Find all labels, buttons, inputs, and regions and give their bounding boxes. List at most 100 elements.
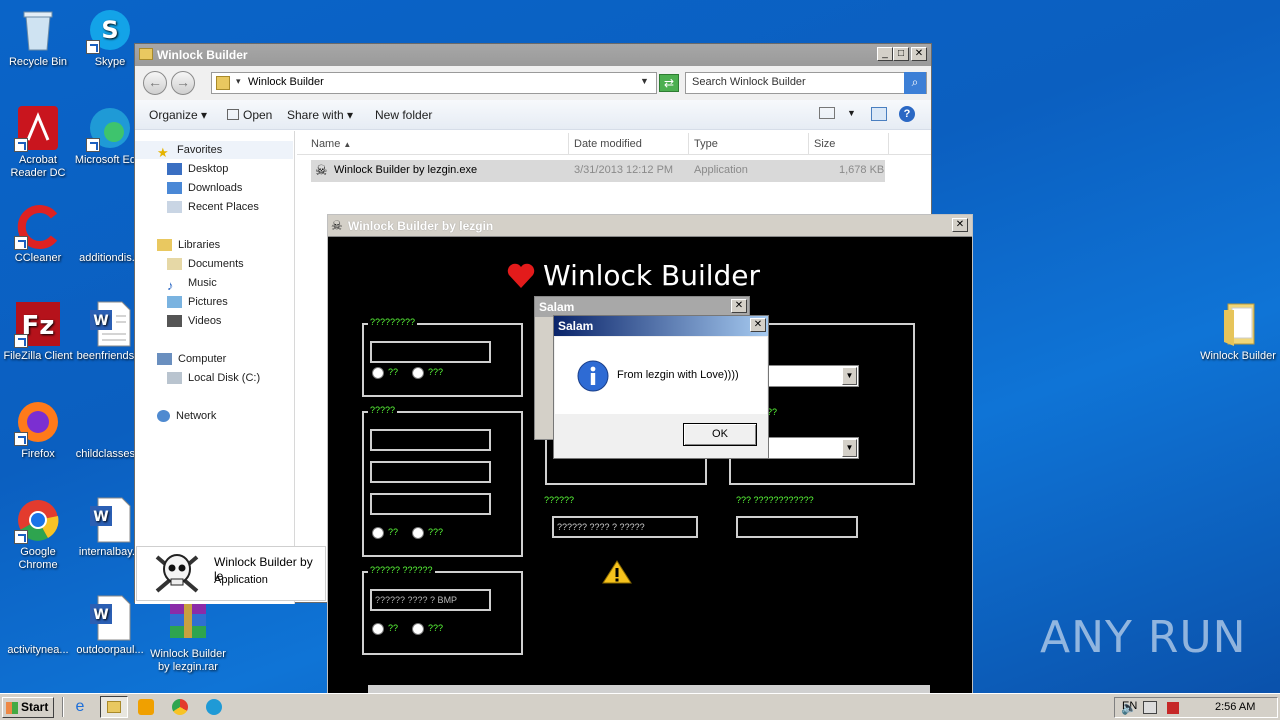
filezilla-desktop-icon[interactable]: Fz FileZilla Client xyxy=(0,300,76,363)
nav-local-disk[interactable]: Local Disk (C:) xyxy=(167,369,260,387)
chrome-taskbar-icon[interactable] xyxy=(172,699,188,715)
svg-text:W: W xyxy=(93,509,108,525)
salam-background-titlebar[interactable]: Salam ✕ xyxy=(535,297,749,317)
address-row: ← → ▾ Winlock Builder ▼ ⇄ Search Winlock… xyxy=(135,66,931,100)
group-3-bmp-field[interactable]: ?????? ???? ? BMP xyxy=(370,589,491,611)
clock[interactable]: 2:56 AM xyxy=(1215,701,1255,713)
taskbar: Start e EN 🔈 2:56 AM xyxy=(0,693,1280,720)
recycle-bin-desktop-icon[interactable]: Recycle Bin xyxy=(0,6,76,69)
bottom-left-field[interactable]: ?????? ???? ? ????? xyxy=(552,516,698,538)
explorer-taskbar-button[interactable] xyxy=(100,696,128,718)
share-with-button[interactable]: Share with ▾ xyxy=(287,108,353,122)
start-button[interactable]: Start xyxy=(2,697,54,718)
chrome-desktop-icon[interactable]: Google Chrome xyxy=(0,496,76,572)
star-icon: ★ xyxy=(157,145,169,161)
volume-icon[interactable]: 🔈 xyxy=(1121,700,1137,716)
group-2-radio-2[interactable] xyxy=(412,527,424,539)
column-size[interactable]: Size xyxy=(809,133,889,155)
address-bar[interactable]: ▾ Winlock Builder ▼ xyxy=(211,72,657,94)
group-2-text-field-1[interactable] xyxy=(370,429,491,451)
desktop-icon xyxy=(167,163,182,176)
acrobat-icon xyxy=(14,104,62,152)
salam-background-close-button[interactable]: ✕ xyxy=(731,299,747,313)
open-button[interactable]: Open xyxy=(227,108,272,122)
word-document-icon: W xyxy=(86,496,134,544)
search-placeholder: Search Winlock Builder xyxy=(692,76,806,88)
activitynea-desktop-icon[interactable]: activitynea... xyxy=(0,594,76,657)
explorer-titlebar[interactable]: Winlock Builder _ □ ✕ xyxy=(135,44,931,66)
nav-videos[interactable]: Videos xyxy=(167,312,221,330)
music-icon: ♪ xyxy=(167,278,174,294)
group-2-text-field-3[interactable] xyxy=(370,493,491,515)
nav-libraries[interactable]: Libraries xyxy=(157,236,220,254)
group-1-text-field[interactable] xyxy=(370,341,491,363)
filezilla-icon: Fz xyxy=(14,300,62,348)
media-player-icon[interactable] xyxy=(138,699,154,715)
windows-logo-icon xyxy=(6,702,18,714)
salam-message-text: From lezgin with Love)))) xyxy=(617,369,739,381)
group-3-radio-1[interactable] xyxy=(372,623,384,635)
preview-pane-icon[interactable] xyxy=(871,107,887,121)
salam-message-area: From lezgin with Love)))) xyxy=(555,337,767,414)
forward-button[interactable]: → xyxy=(171,71,195,95)
group-2-text-field-2[interactable] xyxy=(370,461,491,483)
nav-documents[interactable]: Documents xyxy=(167,255,244,273)
bottom-right-field[interactable] xyxy=(736,516,858,538)
group-3-radio-2[interactable] xyxy=(412,623,424,635)
acrobat-desktop-icon[interactable]: Acrobat Reader DC xyxy=(0,104,76,180)
chevron-down-icon[interactable]: ▼ xyxy=(640,76,649,86)
new-folder-button[interactable]: New folder xyxy=(375,108,432,122)
bottom-right-label: ??? ???????????? xyxy=(736,495,814,505)
group-1-radio-2[interactable] xyxy=(412,367,424,379)
search-icon[interactable]: ⌕ xyxy=(904,72,926,94)
nav-desktop[interactable]: Desktop xyxy=(167,160,228,178)
nav-pictures[interactable]: Pictures xyxy=(167,293,228,311)
breadcrumb-arrow-icon: ▾ xyxy=(236,76,241,86)
views-icon[interactable] xyxy=(819,107,835,119)
nav-favorites[interactable]: ★ Favorites xyxy=(135,141,293,161)
winlock-close-button[interactable]: ✕ xyxy=(952,218,968,232)
heart-icon xyxy=(507,263,535,288)
column-name[interactable]: Name ▲ xyxy=(297,133,569,155)
winlock-builder-window: ☠ Winlock Builder by lezgin ✕ Winlock Bu… xyxy=(327,214,973,704)
nav-computer[interactable]: Computer xyxy=(157,350,226,368)
network-status-icon[interactable] xyxy=(1143,701,1157,714)
search-input[interactable]: Search Winlock Builder ⌕ xyxy=(685,72,927,94)
maximize-button[interactable]: □ xyxy=(893,47,909,61)
column-date-modified[interactable]: Date modified xyxy=(569,133,689,155)
edge-icon xyxy=(86,104,134,152)
nav-network[interactable]: Network xyxy=(157,407,216,425)
close-button[interactable]: ✕ xyxy=(911,47,927,61)
edge-taskbar-icon[interactable] xyxy=(206,699,222,715)
chevron-down-icon: ▼ xyxy=(842,439,857,457)
file-row[interactable]: ☠ Winlock Builder by lezgin.exe 3/31/201… xyxy=(311,160,885,182)
word-document-icon: W xyxy=(86,594,134,642)
ok-button[interactable]: OK xyxy=(683,423,757,446)
winlock-titlebar[interactable]: ☠ Winlock Builder by lezgin ✕ xyxy=(328,215,972,237)
pictures-icon xyxy=(167,296,182,309)
views-dropdown-icon[interactable]: ▼ xyxy=(847,108,856,118)
blank-file-icon xyxy=(14,594,62,642)
salam-close-button[interactable]: ✕ xyxy=(750,318,766,332)
group-1-radio-1[interactable] xyxy=(372,367,384,379)
group-2-radio-1[interactable] xyxy=(372,527,384,539)
nav-downloads[interactable]: Downloads xyxy=(167,179,242,197)
column-type[interactable]: Type xyxy=(689,133,809,155)
action-center-icon[interactable] xyxy=(1167,702,1179,714)
recent-places-icon xyxy=(167,201,182,214)
salam-titlebar[interactable]: Salam ✕ xyxy=(554,316,768,336)
ccleaner-desktop-icon[interactable]: CCleaner xyxy=(0,202,76,265)
refresh-icon[interactable]: ⇄ xyxy=(659,74,679,92)
group-2-label: ????? xyxy=(368,405,398,415)
internet-explorer-icon[interactable]: e xyxy=(70,698,90,716)
popup-file-type: Application xyxy=(214,574,268,586)
back-button[interactable]: ← xyxy=(143,71,167,95)
help-icon[interactable]: ? xyxy=(899,106,915,122)
winlock-rar-desktop-icon[interactable]: Winlock Builder by lezgin.rar xyxy=(148,598,228,674)
nav-music[interactable]: ♪ Music xyxy=(167,274,217,294)
nav-recent-places[interactable]: Recent Places xyxy=(167,198,259,216)
firefox-desktop-icon[interactable]: Firefox xyxy=(0,398,76,461)
minimize-button[interactable]: _ xyxy=(877,47,893,61)
organize-button[interactable]: Organize ▾ xyxy=(149,108,207,122)
winlock-folder-desktop-icon[interactable]: Winlock Builder xyxy=(1198,300,1278,363)
